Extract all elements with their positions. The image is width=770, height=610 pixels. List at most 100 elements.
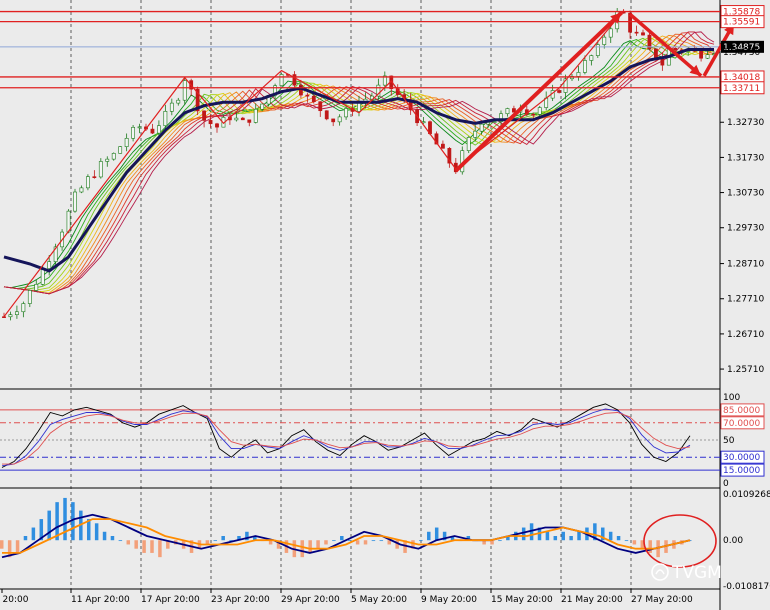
candle-body bbox=[531, 113, 536, 116]
stoch-level-label: 15.0000 bbox=[723, 466, 760, 476]
candle-body bbox=[492, 121, 497, 123]
macd-histogram-bar bbox=[545, 531, 550, 541]
stoch-tick-label: 100 bbox=[723, 393, 740, 403]
time-axis: 7 Apr 20:00 11 Apr 20:00 17 Apr 20:00 23 Ap… bbox=[0, 589, 693, 605]
macd-histogram-bar bbox=[158, 540, 162, 558]
price-tick-label: 1.30730 bbox=[727, 189, 764, 199]
macd-histogram-bar bbox=[324, 540, 328, 545]
macd-histogram-bar bbox=[23, 536, 28, 541]
candle-body bbox=[234, 117, 239, 121]
stoch-level-label: 30.0000 bbox=[723, 453, 760, 463]
candle-body bbox=[589, 55, 594, 61]
candle-body bbox=[324, 110, 329, 120]
candle-body bbox=[47, 261, 52, 269]
candle-body bbox=[441, 143, 445, 149]
candle-body bbox=[699, 50, 703, 59]
macd-histogram-bar bbox=[15, 540, 20, 553]
candle-body bbox=[505, 108, 510, 115]
candle-body bbox=[15, 311, 19, 315]
macd-histogram-bar bbox=[118, 540, 123, 542]
macd-histogram-bar bbox=[142, 540, 146, 553]
macd-histogram-bar bbox=[150, 540, 154, 553]
candle-body bbox=[634, 31, 639, 34]
candle-body bbox=[105, 158, 110, 162]
price-tick-label: 1.32730 bbox=[727, 118, 764, 128]
candle-body bbox=[279, 74, 284, 87]
candle-body bbox=[182, 80, 187, 101]
macd-histogram-bar bbox=[300, 540, 305, 558]
price-tick-label: 1.26710 bbox=[727, 330, 764, 340]
trading-chart[interactable]: 1.32730 1.31730 1.30730 1.29730 1.28710 1.277… bbox=[0, 0, 770, 610]
candle-body bbox=[660, 58, 665, 66]
candle-body bbox=[253, 108, 258, 123]
macd-histogram-bar bbox=[340, 536, 344, 541]
macd-histogram-bar bbox=[110, 536, 115, 541]
price-labels: 1.358781.355911.348751.340181.337111.347… bbox=[720, 5, 765, 95]
macd-histogram-bar bbox=[63, 497, 67, 541]
macd-histogram-bar bbox=[624, 540, 629, 542]
macd-histogram-bar bbox=[608, 531, 613, 541]
candle-body bbox=[8, 314, 13, 318]
candle-body bbox=[673, 47, 678, 51]
candle-body bbox=[124, 137, 129, 147]
candle-body bbox=[466, 137, 471, 151]
macd-histogram-bar bbox=[419, 540, 423, 542]
candle-body bbox=[21, 303, 26, 313]
macd-histogram-bar bbox=[332, 540, 336, 542]
time-label: 21 May 20:00 bbox=[561, 595, 623, 605]
macd-histogram-bar bbox=[577, 531, 581, 541]
price-tick-label: 1.27710 bbox=[727, 295, 764, 305]
candle-body bbox=[163, 111, 168, 127]
macd-histogram-bar bbox=[427, 531, 431, 541]
candle-body bbox=[473, 130, 478, 138]
stoch-tick-label: 0 bbox=[723, 479, 729, 489]
macd-histogram-bar bbox=[102, 531, 107, 541]
candle-body bbox=[111, 153, 116, 160]
stoch-tick-label: 50 bbox=[723, 436, 735, 446]
candle-body bbox=[318, 101, 323, 112]
candle-body bbox=[479, 123, 484, 132]
candle-body bbox=[705, 54, 710, 59]
candle-body bbox=[641, 32, 645, 36]
price-tick-label: 1.31730 bbox=[727, 153, 764, 163]
time-label: 27 May 20:00 bbox=[631, 595, 693, 605]
candle-body bbox=[118, 146, 123, 154]
candle-body bbox=[157, 125, 161, 134]
macd-tick-label: 0.00 bbox=[723, 536, 743, 546]
candle-body bbox=[337, 116, 342, 123]
macd-histogram-bar bbox=[648, 540, 652, 553]
macd-histogram-bar bbox=[355, 540, 360, 545]
macd-histogram-bar bbox=[31, 527, 36, 541]
watermark-text: TVGM bbox=[671, 563, 722, 583]
macd-histogram-bar bbox=[316, 540, 320, 549]
macd-histogram-bar bbox=[553, 536, 558, 541]
price-axis: 1.32730 1.31730 1.30730 1.29730 1.28710 1.277… bbox=[720, 118, 764, 375]
time-label: 5 May 20:00 bbox=[351, 595, 407, 605]
price-tick-label: 1.29730 bbox=[727, 224, 764, 234]
price-badge-label: 1.35591 bbox=[723, 18, 760, 28]
macd-histogram-bar bbox=[371, 540, 376, 542]
time-label: 9 May 20:00 bbox=[421, 595, 477, 605]
macd-histogram-bar bbox=[561, 531, 565, 541]
candle-body bbox=[73, 191, 77, 212]
time-label: 11 Apr 20:00 bbox=[71, 595, 130, 605]
macd-histogram-bar bbox=[434, 527, 439, 541]
candle-body bbox=[608, 28, 613, 38]
candle-body bbox=[595, 44, 600, 56]
macd-histogram-bar bbox=[347, 540, 352, 542]
macd-histogram-bar bbox=[632, 540, 637, 545]
stoch-level-label: 85.0000 bbox=[723, 406, 760, 416]
macd-histogram-bar bbox=[569, 536, 573, 541]
candle-body bbox=[344, 108, 348, 118]
candle-body bbox=[576, 72, 581, 77]
candle-body bbox=[131, 126, 135, 139]
macd-tick-label: -0.0108176 bbox=[723, 582, 770, 592]
time-label: 7 Apr 20:00 bbox=[0, 595, 29, 605]
candle-body bbox=[583, 60, 587, 73]
candle-body bbox=[602, 36, 607, 45]
time-label: 23 Apr 20:00 bbox=[211, 595, 270, 605]
candle-body bbox=[79, 187, 84, 193]
candle-body bbox=[215, 123, 219, 128]
candle-body bbox=[2, 316, 6, 318]
candle-body bbox=[208, 120, 213, 125]
